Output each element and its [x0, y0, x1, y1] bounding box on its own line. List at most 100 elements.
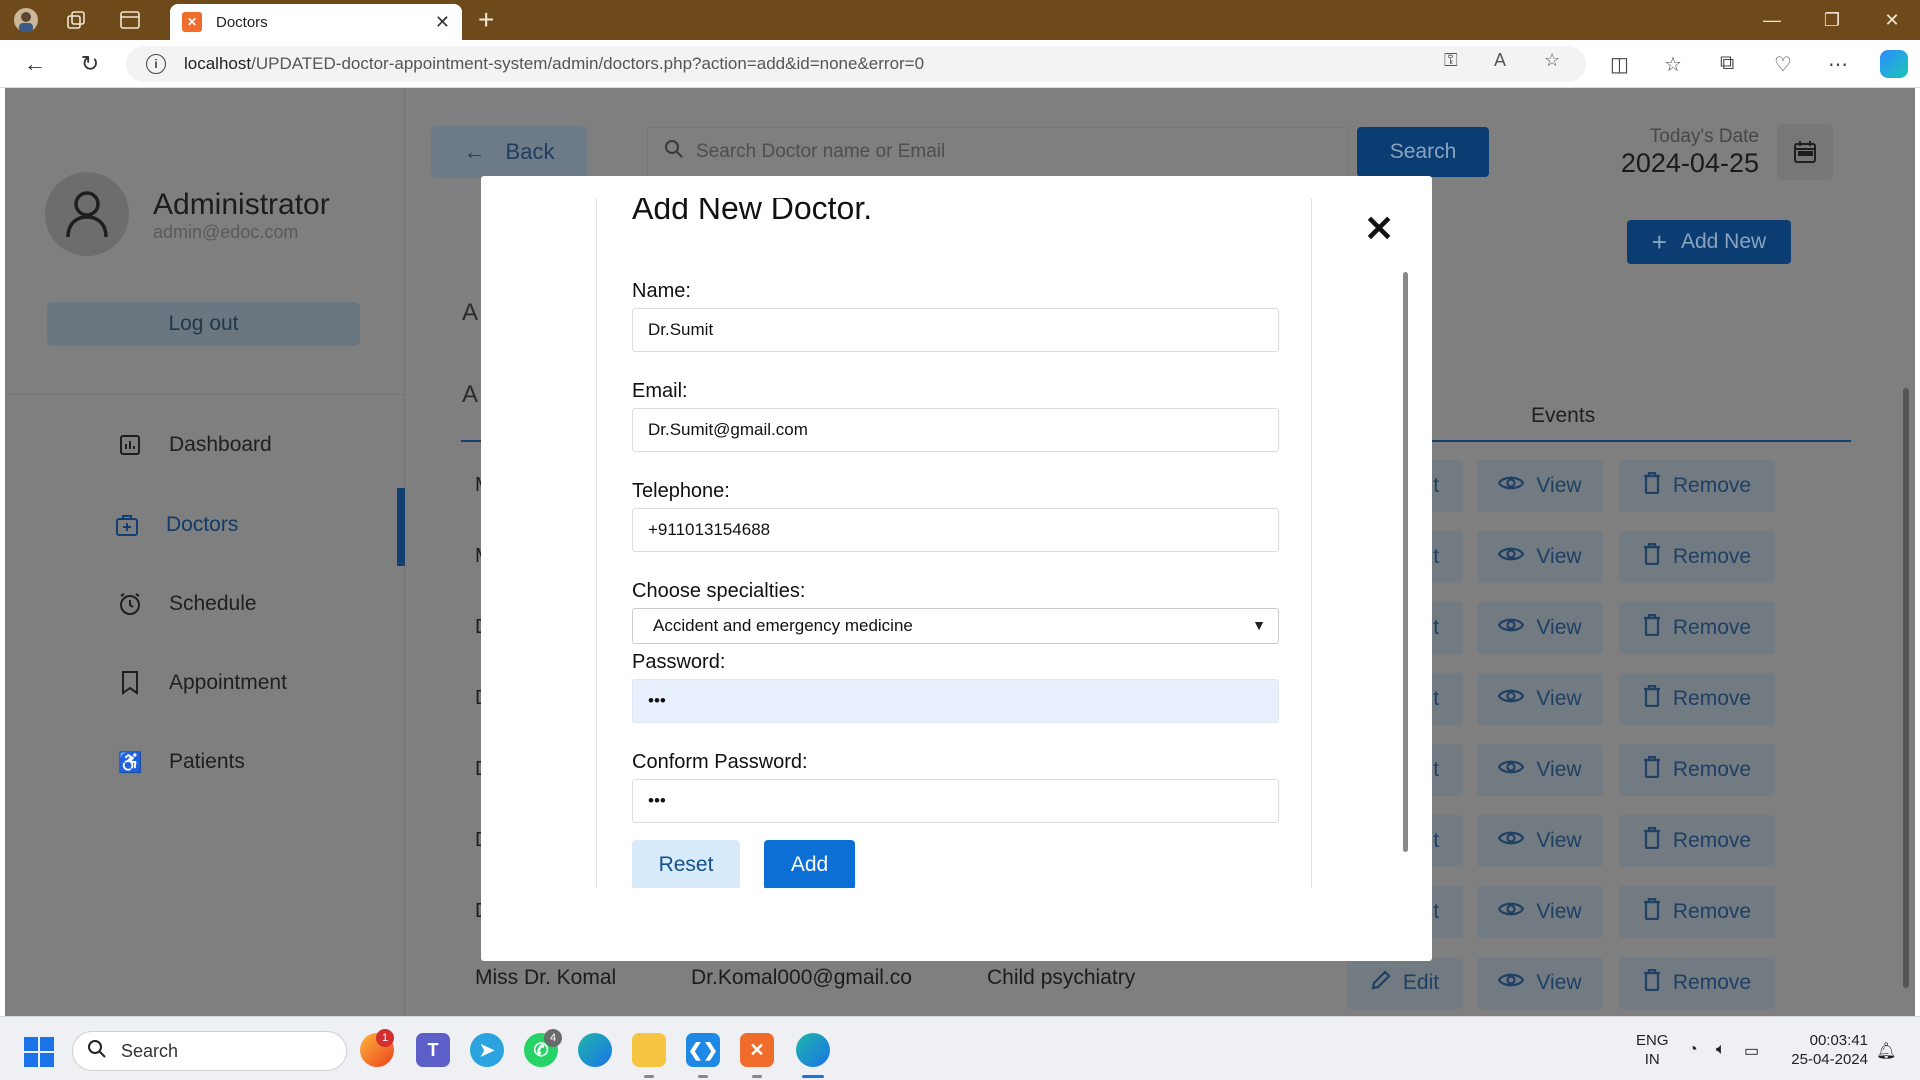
tab-close-icon[interactable]: ✕	[435, 12, 450, 33]
add-new-button[interactable]: + Add New	[1627, 220, 1791, 264]
logout-button[interactable]: Log out	[47, 302, 360, 346]
minimize-icon[interactable]: —	[1752, 6, 1792, 34]
language-indicator[interactable]: ENG IN	[1636, 1031, 1669, 1069]
edit-button[interactable]: Edit	[1347, 957, 1463, 1009]
eye-icon	[1498, 616, 1525, 640]
reset-button[interactable]: Reset	[632, 840, 740, 888]
eye-icon	[1498, 971, 1525, 995]
trash-icon	[1643, 684, 1661, 713]
sidebar-item-patients[interactable]: ♿ Patients	[117, 749, 245, 775]
search-input[interactable]: Search Doctor name or Email	[647, 127, 1349, 177]
trash-icon	[1643, 897, 1661, 926]
split-screen-icon[interactable]: ◫	[1610, 52, 1629, 77]
view-button[interactable]: View	[1477, 886, 1603, 938]
favorite-star-icon[interactable]: ☆	[1544, 50, 1560, 71]
sidebar-item-schedule[interactable]: Schedule	[117, 591, 257, 617]
active-indicator	[397, 488, 405, 566]
remove-button[interactable]: Remove	[1619, 744, 1775, 796]
specialty-select[interactable]: Accident and emergency medicine ▼	[632, 608, 1279, 644]
view-button[interactable]: View	[1477, 815, 1603, 867]
modal-title: Add New Doctor.	[632, 198, 873, 226]
url-text: localhost/UPDATED-doctor-appointment-sys…	[184, 54, 925, 73]
workspaces-icon[interactable]	[62, 6, 90, 34]
name-field[interactable]	[632, 308, 1279, 352]
key-icon[interactable]: ⚿	[1444, 50, 1458, 71]
edge-icon[interactable]	[796, 1033, 830, 1067]
chevron-down-icon: ▼	[1252, 617, 1266, 633]
volume-icon[interactable]: 🔈︎	[1716, 1041, 1726, 1059]
remove-button[interactable]: Remove	[1619, 602, 1775, 654]
windows-start-icon[interactable]	[24, 1037, 54, 1067]
wifi-icon[interactable]: ◔	[1688, 1041, 1698, 1059]
view-button[interactable]: View	[1477, 602, 1603, 654]
sidebar-item-label: Dashboard	[169, 433, 272, 456]
view-button[interactable]: View	[1477, 744, 1603, 796]
back-arrow-icon[interactable]: ←	[20, 50, 50, 78]
close-window-icon[interactable]: ✕	[1872, 6, 1912, 34]
modal-scrollbar[interactable]	[1403, 272, 1408, 852]
dashboard-icon	[117, 432, 143, 458]
site-info-icon[interactable]: i	[146, 54, 166, 74]
password-field[interactable]	[632, 679, 1279, 723]
wheelchair-icon: ♿	[117, 751, 143, 774]
trash-icon	[1643, 826, 1661, 855]
copilot-icon[interactable]	[1880, 50, 1908, 78]
taskbar-search[interactable]: Search	[72, 1031, 347, 1071]
search-icon	[87, 1039, 107, 1064]
view-button[interactable]: View	[1477, 531, 1603, 583]
browser-essentials-icon[interactable]: ♡	[1774, 52, 1792, 77]
eye-icon	[1498, 545, 1525, 569]
doctors-icon	[114, 512, 140, 538]
email-field[interactable]	[632, 408, 1279, 452]
sidebar-item-appointment[interactable]: Appointment	[117, 670, 287, 696]
new-tab-icon[interactable]: +	[478, 4, 494, 36]
read-aloud-icon[interactable]: A	[1494, 50, 1506, 71]
tab-title: Doctors	[216, 13, 268, 31]
remove-button[interactable]: Remove	[1619, 460, 1775, 512]
firefox-badge: 1	[376, 1029, 394, 1047]
xampp-icon[interactable]: ✕	[740, 1033, 774, 1067]
remove-button[interactable]: Remove	[1619, 531, 1775, 583]
remove-button[interactable]: Remove	[1619, 957, 1775, 1009]
remove-button[interactable]: Remove	[1619, 815, 1775, 867]
browser-tab-active[interactable]: ✕ Doctors ✕	[170, 4, 462, 40]
notification-bell-icon[interactable]: 🔔︎	[1876, 1041, 1896, 1061]
clock[interactable]: 00:03:41 25-04-2024	[1784, 1031, 1868, 1069]
calendar-icon[interactable]	[1777, 124, 1833, 180]
confirm-password-field[interactable]	[632, 779, 1279, 823]
vscode-icon[interactable]: ❮❯	[686, 1033, 720, 1067]
trash-icon	[1643, 613, 1661, 642]
eye-icon	[1498, 829, 1525, 853]
close-icon[interactable]: ✕	[1364, 211, 1394, 247]
page-scrollbar[interactable]	[1903, 388, 1909, 988]
collections-icon[interactable]: ⧉	[1720, 52, 1734, 75]
view-button[interactable]: View	[1477, 460, 1603, 512]
doctor-email-cell: Dr.Komal000@gmail.co	[691, 966, 912, 989]
telegram-icon[interactable]: ➤	[470, 1033, 504, 1067]
remove-button[interactable]: Remove	[1619, 673, 1775, 725]
sidebar-item-dashboard[interactable]: Dashboard	[117, 432, 272, 458]
eye-icon	[1498, 900, 1525, 924]
back-button[interactable]: ← Back	[431, 126, 587, 178]
date-value: 2024-04-25	[1620, 148, 1759, 178]
search-button[interactable]: Search	[1357, 127, 1489, 177]
clock-icon	[117, 591, 143, 617]
teams-icon[interactable]: T	[416, 1033, 450, 1067]
tab-actions-icon[interactable]	[116, 6, 144, 34]
url-field[interactable]: i localhost/UPDATED-doctor-appointment-s…	[126, 46, 1586, 82]
favorites-icon[interactable]: ☆	[1664, 52, 1682, 77]
edge-icon[interactable]	[578, 1033, 612, 1067]
add-button[interactable]: Add	[764, 840, 855, 888]
view-button[interactable]: View	[1477, 673, 1603, 725]
address-bar-row: ← ↻ i localhost/UPDATED-doctor-appointme…	[0, 40, 1920, 88]
sidebar-item-doctors[interactable]: Doctors	[114, 512, 238, 538]
profile-avatar-icon[interactable]	[12, 6, 40, 34]
remove-button[interactable]: Remove	[1619, 886, 1775, 938]
reload-icon[interactable]: ↻	[75, 50, 105, 78]
restore-icon[interactable]: ❐	[1812, 6, 1852, 34]
more-options-icon[interactable]: ⋯	[1828, 52, 1848, 77]
battery-icon[interactable]: ▭	[1744, 1041, 1759, 1061]
view-button[interactable]: View	[1477, 957, 1603, 1009]
file-explorer-icon[interactable]	[632, 1033, 666, 1067]
telephone-field[interactable]	[632, 508, 1279, 552]
